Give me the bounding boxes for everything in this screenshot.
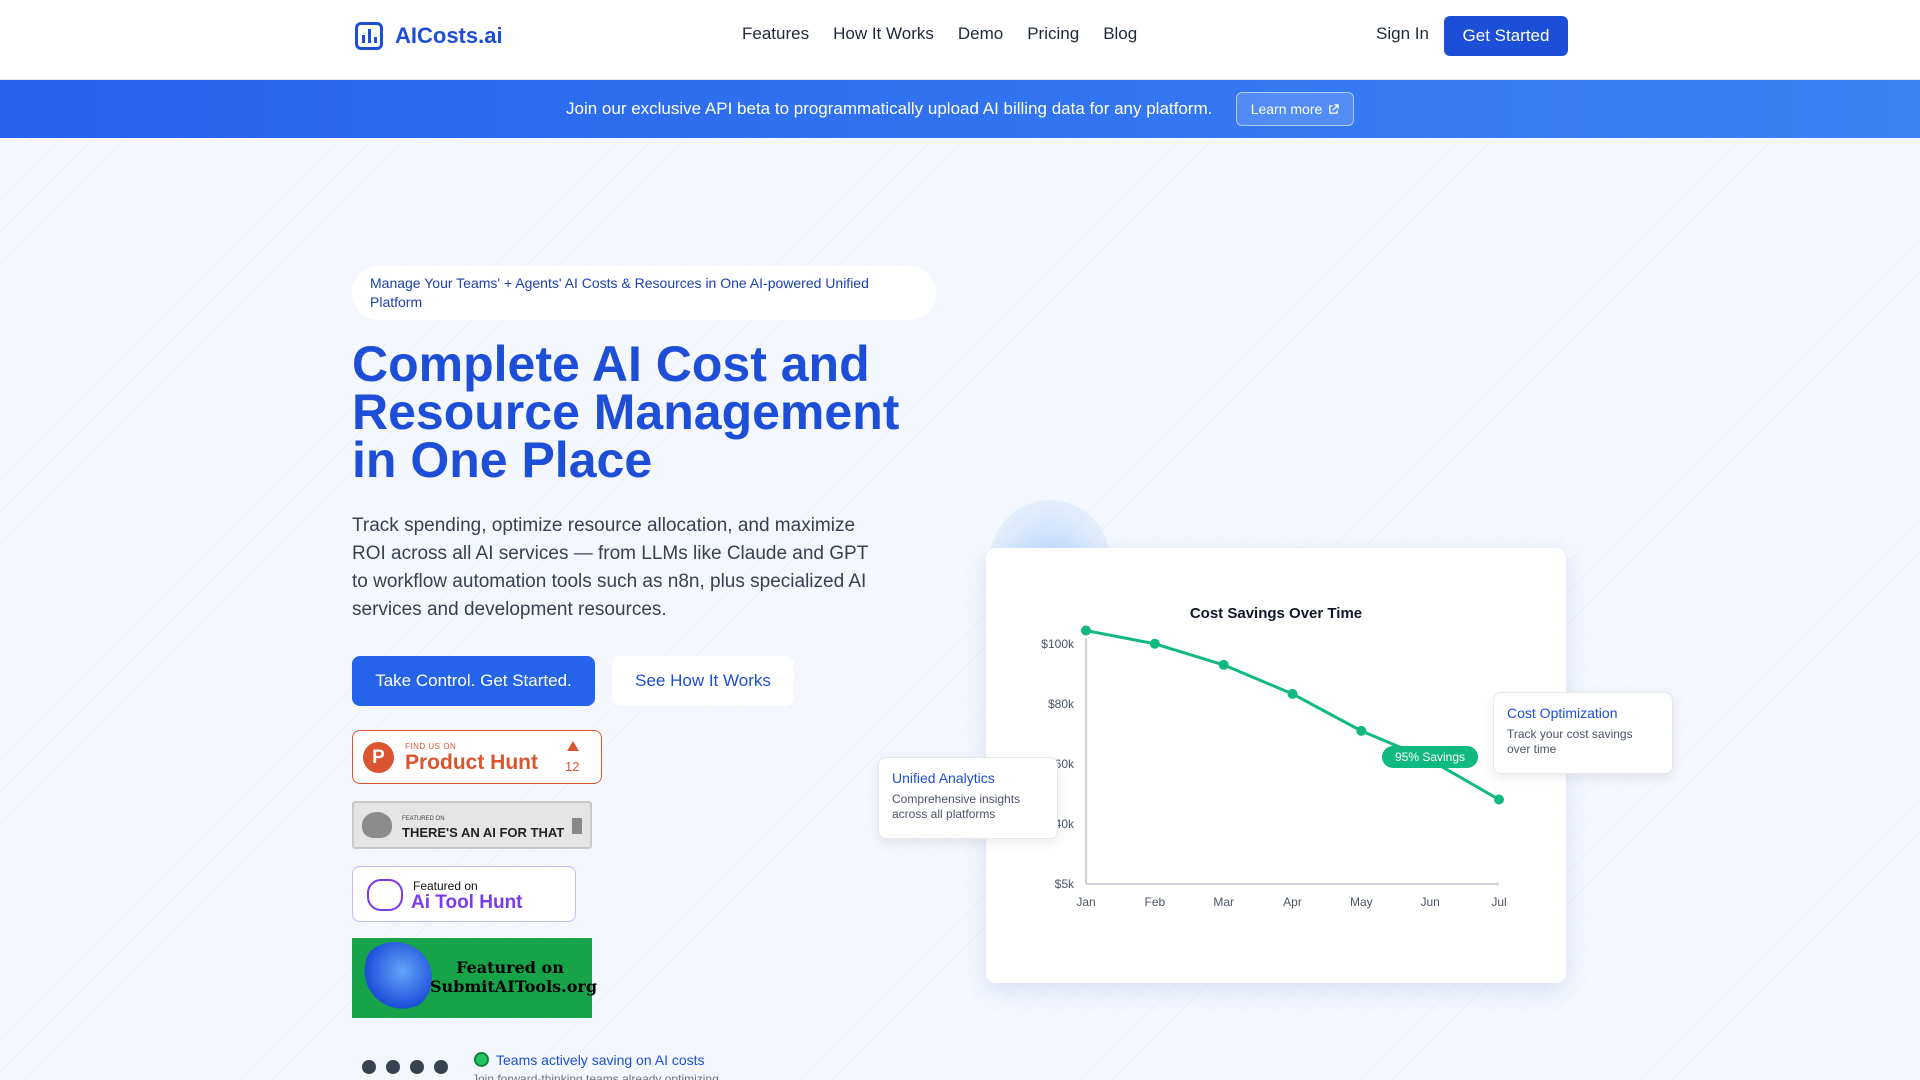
avatar-stack [362, 1060, 448, 1074]
get-started-button[interactable]: Get Started [1444, 16, 1568, 56]
hero-tagline-pill: Manage Your Teams' + Agents' AI Costs & … [352, 266, 936, 320]
x-tick-label: Feb [1144, 895, 1165, 909]
cost-optimization-card: Cost Optimization Track your cost saving… [1493, 692, 1673, 774]
taaft-small-text: FEATURED ON [402, 816, 445, 822]
hero-subtext: Track spending, optimize resource alloca… [352, 515, 868, 620]
sign-in-link[interactable]: Sign In [1376, 24, 1429, 44]
data-point [1356, 725, 1367, 736]
theres-an-ai-for-that-badge[interactable]: FEATURED ON THERE'S AN AI FOR THAT [352, 801, 592, 849]
ai-tool-hunt-name: Ai Tool Hunt [411, 892, 523, 913]
hand-logo-icon [362, 812, 392, 838]
cost-optimization-title: Cost Optimization [1507, 705, 1618, 721]
external-link-icon [1329, 103, 1340, 114]
x-tick-label: Jan [1076, 895, 1095, 909]
banner-text: Join our exclusive API beta to programma… [566, 99, 1213, 118]
ai-tool-hunt-badge[interactable]: Featured on Ai Tool Hunt [352, 866, 576, 922]
logo[interactable]: AICosts.ai [355, 20, 503, 52]
product-hunt-small-text: FIND US ON [405, 742, 457, 751]
take-control-button[interactable]: Take Control. Get Started. [352, 656, 595, 706]
taaft-name: THERE'S AN AI FOR THAT [402, 825, 565, 840]
unified-analytics-desc: Comprehensive insights across all platfo… [892, 792, 1021, 821]
top-navbar: AICosts.ai Features How It Works Demo Pr… [0, 0, 1920, 80]
upvote-arrow-icon [567, 741, 579, 751]
see-how-it-works-button[interactable]: See How It Works [612, 656, 794, 706]
teams-subtitle: Join forward-thinking teams already opti… [472, 1072, 719, 1080]
series-line [1085, 629, 1500, 801]
y-tick-label: $5k [1055, 877, 1075, 891]
data-point [1494, 794, 1504, 805]
ai-tool-hunt-small-text: Featured on [413, 879, 478, 893]
announcement-banner: Join our exclusive API beta to programma… [0, 80, 1920, 138]
nav-link-how-it-works[interactable]: How It Works [833, 24, 934, 44]
logo-text: AICosts.ai [395, 23, 503, 48]
cost-optimization-desc: Track your cost savings over time [1507, 727, 1633, 756]
unified-analytics-card: Unified Analytics Comprehensive insights… [878, 757, 1058, 839]
head-swirl-logo-icon [358, 942, 432, 1014]
submit-ai-tools-text: Featured on SubmitAITools.org [430, 958, 598, 996]
live-status-icon [474, 1052, 489, 1067]
y-tick-label: $100k [1041, 637, 1075, 651]
x-tick-label: Apr [1283, 895, 1302, 909]
avatar [386, 1060, 400, 1074]
avatar [362, 1060, 376, 1074]
x-tick-label: Jun [1420, 895, 1439, 909]
cost-savings-chart-card: Cost Savings Over Time $100k $80k $60k $40k $… [986, 548, 1566, 983]
nav-link-demo[interactable]: Demo [958, 24, 1003, 44]
x-tick-label: Mar [1213, 895, 1234, 909]
savings-badge: 95% Savings [1382, 746, 1478, 768]
nav-link-blog[interactable]: Blog [1103, 24, 1137, 44]
nav-link-features[interactable]: Features [742, 24, 809, 44]
data-point [1081, 625, 1091, 636]
x-tick-label: May [1350, 895, 1373, 909]
avatar [410, 1060, 424, 1074]
nav-link-pricing[interactable]: Pricing [1027, 24, 1079, 44]
product-hunt-name: Product Hunt [405, 751, 538, 774]
chart-title: Cost Savings Over Time [1190, 605, 1362, 622]
submit-ai-tools-badge[interactable]: Featured on SubmitAITools.org [352, 938, 598, 1018]
bookmark-icon [572, 818, 582, 834]
data-point [1287, 688, 1298, 699]
nav-links: Features How It Works Demo Pricing Blog [742, 24, 1137, 44]
hero-background [0, 138, 1920, 1080]
chart-logo-icon [355, 22, 383, 50]
y-tick-label: $80k [1048, 697, 1075, 711]
unified-analytics-title: Unified Analytics [892, 770, 995, 786]
product-hunt-logo-icon: P [363, 742, 394, 773]
data-point [1218, 659, 1229, 670]
upvote-count: 12 [565, 759, 580, 774]
teams-title: Teams actively saving on AI costs [496, 1052, 705, 1068]
learn-more-button[interactable]: Learn more [1236, 92, 1354, 126]
cost-savings-chart: Cost Savings Over Time$100k$80k$60k$40k$… [1041, 605, 1506, 909]
brain-icon [367, 879, 403, 911]
avatar [434, 1060, 448, 1074]
data-point [1149, 638, 1160, 649]
learn-more-label: Learn more [1250, 101, 1323, 117]
product-hunt-badge[interactable]: P FIND US ON Product Hunt 12 [352, 730, 602, 784]
x-tick-label: Jul [1491, 895, 1506, 909]
hero-headline: Complete AI Cost and Resource Management… [352, 336, 900, 488]
